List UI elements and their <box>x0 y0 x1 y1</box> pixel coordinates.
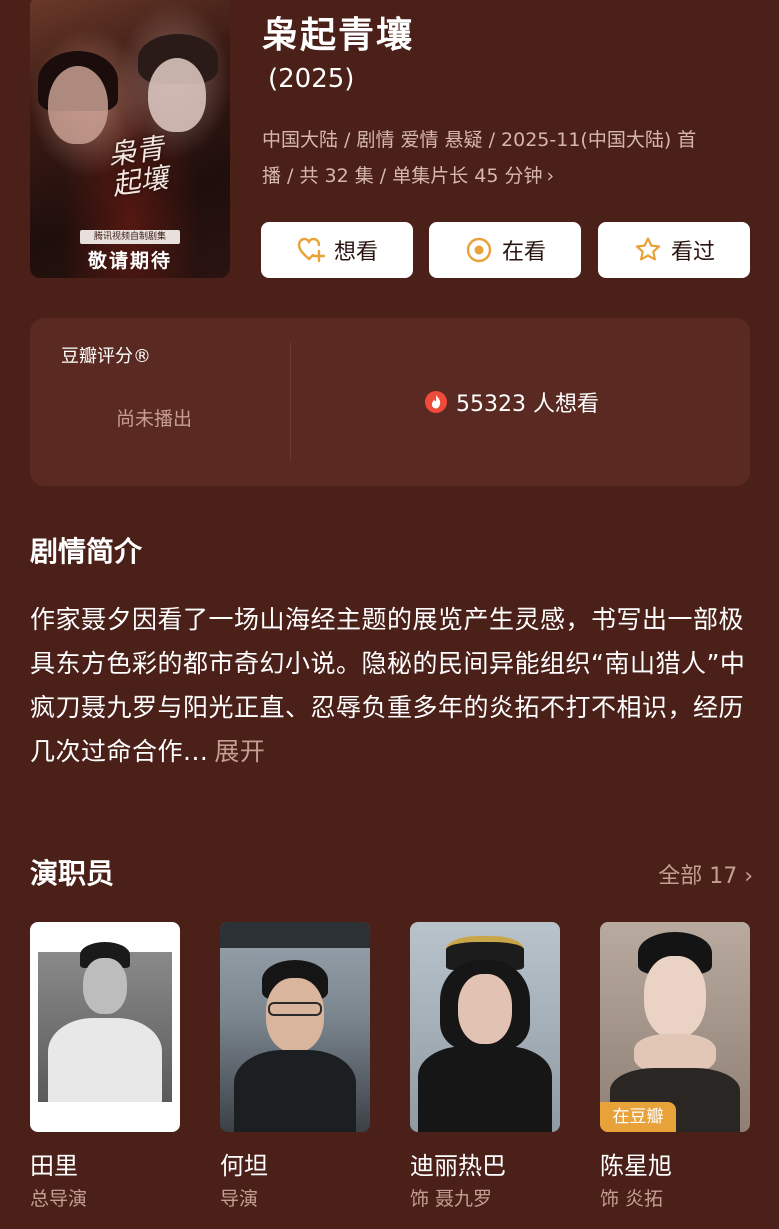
synopsis-text: 作家聂夕因看了一场山海经主题的展览产生灵感，书写出一部极具东方色彩的都市奇幻小说… <box>30 605 746 766</box>
poster-coming-soon: 敬请期待 <box>87 250 172 272</box>
rating-status: 尚未播出 <box>116 408 193 430</box>
watching-label: 在看 <box>501 240 546 265</box>
photo-ceiling <box>220 922 370 948</box>
douban-badge: 在豆瓣 <box>600 1102 676 1132</box>
show-meta-info[interactable]: 中国大陆 / 剧情 爱情 悬疑 / 2025-11(中国大陆) 首 播 / 共 … <box>262 122 754 194</box>
douban-rating-label: 豆瓣评分® <box>61 346 151 367</box>
poster-figure-left <box>48 66 108 144</box>
poster-calligraphy-title: 枭青起壤 <box>105 131 171 202</box>
rating-divider <box>290 342 291 462</box>
cast-card[interactable]: 田里 总导演 <box>30 922 180 1210</box>
wish-count[interactable]: 55323 人想看 <box>424 386 599 418</box>
cast-card[interactable]: 何坦 导演 <box>220 922 370 1210</box>
poster-producer-label: 腾讯视频自制剧集 <box>80 230 180 244</box>
star-icon <box>635 237 661 261</box>
show-meta-line-2: 播 / 共 32 集 / 单集片长 45 分钟 › <box>262 158 754 194</box>
photo-body <box>234 1050 356 1132</box>
poster-figure-right <box>148 58 206 132</box>
watched-button[interactable]: 看过 <box>598 222 750 278</box>
photo-face <box>83 958 127 1014</box>
chevron-right-icon: › <box>546 165 555 187</box>
cast-photo <box>410 922 560 1132</box>
photo-face <box>644 956 706 1038</box>
target-circle-icon <box>466 237 492 263</box>
cast-photo <box>30 922 180 1132</box>
watched-label: 看过 <box>670 240 715 265</box>
poster-image[interactable]: 枭青起壤 腾讯视频自制剧集 敬请期待 <box>30 0 230 278</box>
cast-photo <box>220 922 370 1132</box>
cast-role: 饰 炎拓 <box>600 1188 664 1210</box>
photo-face <box>458 974 512 1044</box>
heart-plus-icon <box>297 237 326 263</box>
wish-count-text: 55323 人想看 <box>456 392 599 417</box>
cast-photo: 在豆瓣 <box>600 922 750 1132</box>
show-title: 枭起青壤 <box>262 15 415 56</box>
cast-name: 陈星旭 <box>600 1152 672 1180</box>
cast-view-all-link[interactable]: 全部 17 › <box>658 858 753 890</box>
cast-role: 导演 <box>220 1188 259 1210</box>
want-to-watch-button[interactable]: 想看 <box>261 222 413 278</box>
cast-card[interactable]: 在豆瓣 陈星旭 饰 炎拓 <box>600 922 750 1210</box>
photo-body <box>48 1018 162 1102</box>
show-meta-line-1: 中国大陆 / 剧情 爱情 悬疑 / 2025-11(中国大陆) 首 <box>262 129 697 151</box>
expand-link[interactable]: 展开 <box>214 737 265 766</box>
cast-card[interactable]: 迪丽热巴 饰 聂九罗 <box>410 922 560 1210</box>
cast-role: 总导演 <box>30 1188 88 1210</box>
cast-name: 何坦 <box>220 1152 268 1180</box>
rating-panel: 豆瓣评分® 尚未播出 55323 人想看 <box>30 318 750 486</box>
cast-name: 迪丽热巴 <box>410 1152 506 1180</box>
synopsis-heading: 剧情简介 <box>30 535 143 568</box>
show-meta-line-2-text: 播 / 共 32 集 / 单集片长 45 分钟 <box>262 165 543 187</box>
want-to-watch-label: 想看 <box>333 240 378 265</box>
cast-heading: 演职员 <box>30 857 115 890</box>
cast-role: 饰 聂九罗 <box>410 1188 493 1210</box>
glasses-icon <box>268 1002 322 1016</box>
flame-icon <box>425 391 447 413</box>
cast-name: 田里 <box>30 1152 78 1180</box>
synopsis-text-block: 作家聂夕因看了一场山海经主题的展览产生灵感，书写出一部极具东方色彩的都市奇幻小说… <box>30 598 750 774</box>
watching-button[interactable]: 在看 <box>429 222 581 278</box>
photo-body <box>418 1046 552 1132</box>
show-year: (2025) <box>268 64 355 94</box>
